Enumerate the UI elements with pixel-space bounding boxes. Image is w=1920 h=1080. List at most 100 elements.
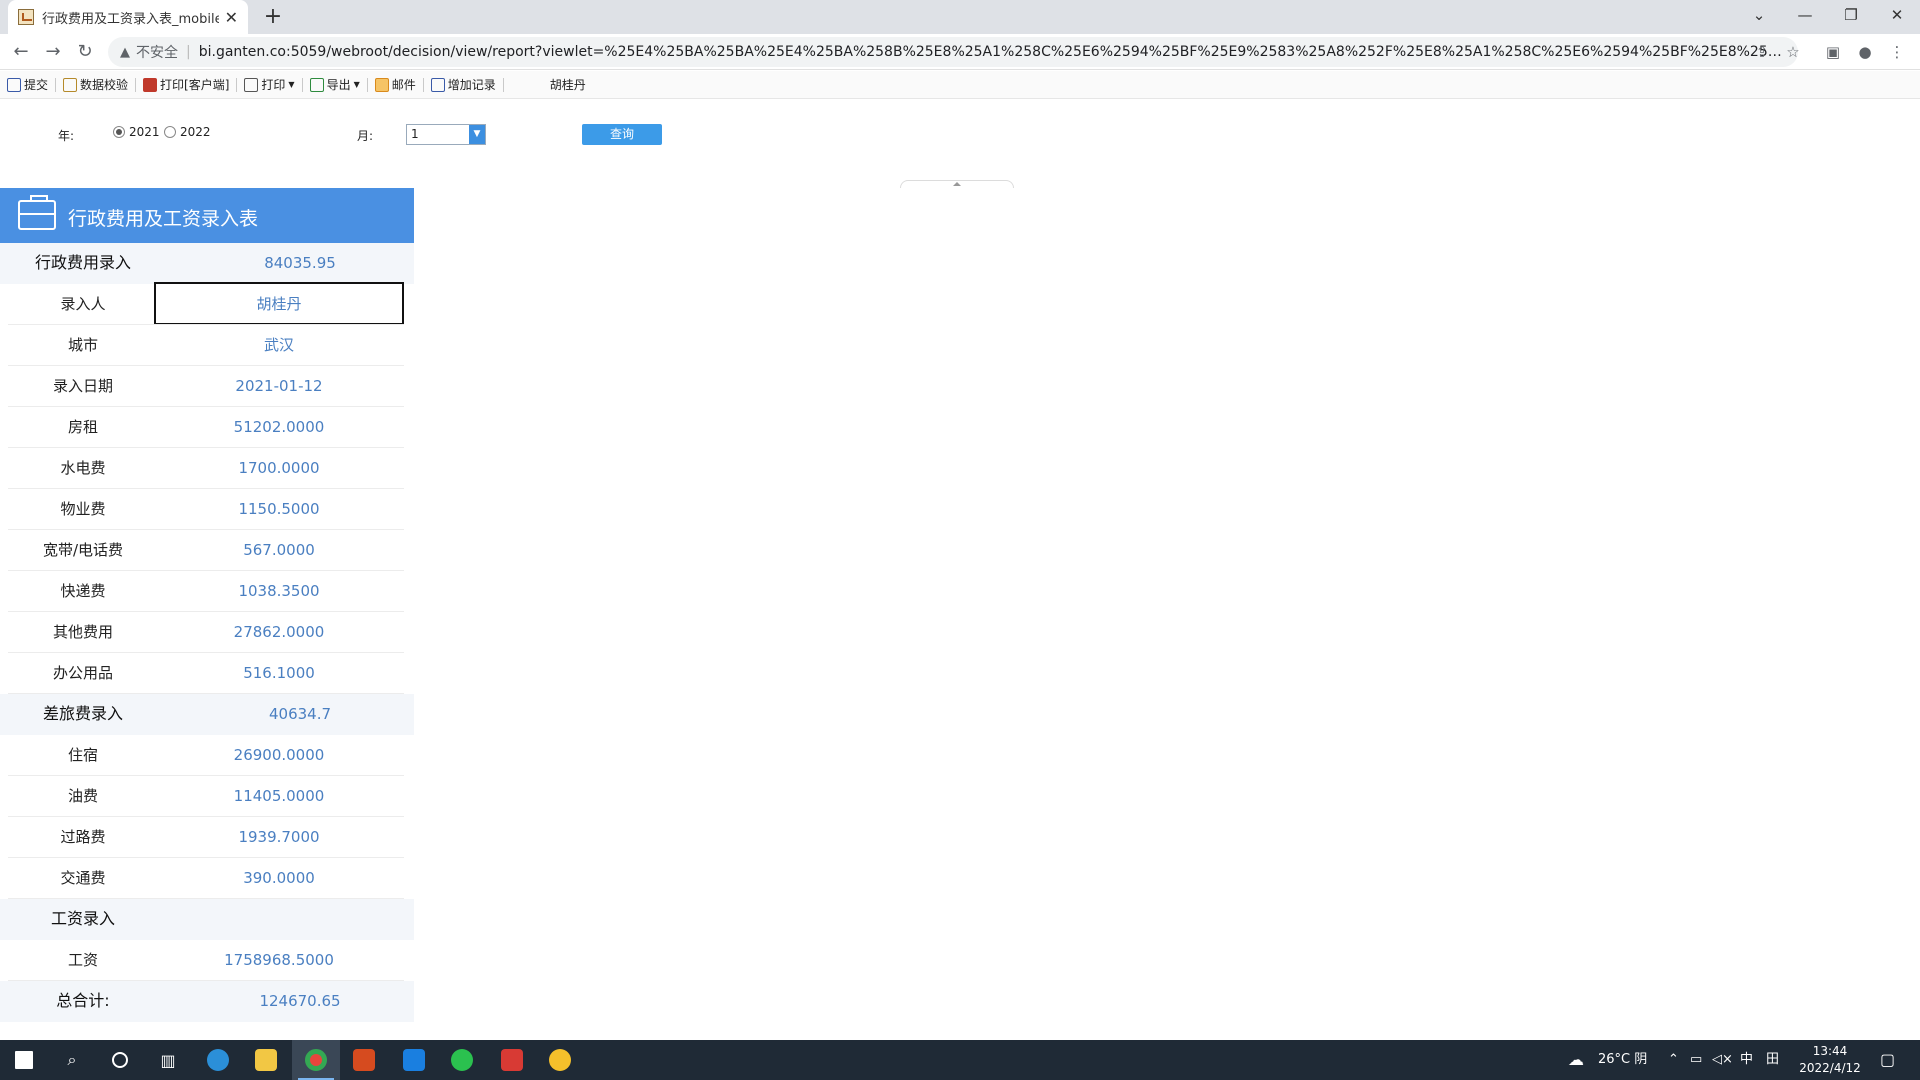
table-row: 房租 51202.0000 bbox=[0, 407, 414, 448]
table-row: 油费 11405.0000 bbox=[0, 776, 414, 817]
office-icon[interactable] bbox=[340, 1040, 388, 1080]
field-value-cell[interactable]: 51202.0000 bbox=[154, 407, 404, 447]
save-icon bbox=[7, 77, 21, 92]
field-label: 录入日期 bbox=[52, 377, 113, 395]
submit-button[interactable]: 提交 bbox=[4, 74, 51, 96]
table-row: 物业费 1150.5000 bbox=[0, 489, 414, 530]
table-row: 工资 1758968.5000 bbox=[0, 940, 414, 981]
export-icon bbox=[309, 77, 324, 92]
mail-button[interactable]: 邮件 bbox=[372, 74, 419, 96]
field-label: 水电费 bbox=[60, 459, 106, 477]
field-value-cell[interactable]: 1150.5000 bbox=[154, 489, 404, 529]
taskbar: ⌕ ▥ ☁ 26°C 阴 ⌃ ▭ ◁× 中 田 13:44 2022/4/12 … bbox=[0, 1040, 1920, 1080]
grand-total-value: 124670.65 bbox=[259, 992, 341, 1010]
clock-date: 2022/4/12 bbox=[1799, 1061, 1861, 1075]
ime-indicator[interactable]: 中 bbox=[1740, 1040, 1753, 1080]
submit-label: 提交 bbox=[24, 78, 49, 92]
export-label: 导出 bbox=[326, 78, 351, 92]
field-value-cell[interactable]: 1038.3500 bbox=[154, 571, 404, 611]
search-icon[interactable]: ⌕ bbox=[48, 1040, 96, 1080]
section-label: 差旅费录入 bbox=[42, 704, 123, 723]
weather-text[interactable]: 26°C 阴 bbox=[1598, 1040, 1647, 1080]
wechat-icon[interactable] bbox=[438, 1040, 486, 1080]
total-label: 总合计: bbox=[56, 991, 110, 1010]
warning-icon: ▲ bbox=[120, 44, 130, 60]
query-button[interactable]: 查询 bbox=[582, 124, 662, 145]
field-label: 城市 bbox=[67, 336, 98, 354]
toolbar-divider bbox=[366, 77, 368, 92]
print-button[interactable]: 打印 ▼ bbox=[241, 74, 297, 96]
tab-close-icon[interactable]: ✕ bbox=[225, 8, 238, 27]
forward-arrow-icon[interactable]: → bbox=[38, 37, 68, 67]
field-value-cell[interactable]: 390.0000 bbox=[154, 858, 404, 898]
bookmark-star-icon[interactable]: ☆ bbox=[1778, 37, 1808, 67]
field-value-cell[interactable]: 26900.0000 bbox=[154, 735, 404, 775]
add-record-button[interactable]: 增加记录 bbox=[428, 74, 499, 96]
field-value-cell[interactable]: 1700.0000 bbox=[154, 448, 404, 488]
table-row: 住宿 26900.0000 bbox=[0, 735, 414, 776]
notification-icon[interactable]: ▢ bbox=[1880, 1040, 1895, 1080]
back-arrow-icon[interactable]: ← bbox=[6, 37, 36, 67]
field-value-cell[interactable]: 2021-01-12 bbox=[154, 366, 404, 406]
table-row: 其他费用 27862.0000 bbox=[0, 612, 414, 653]
field-value-cell[interactable]: 1939.7000 bbox=[154, 817, 404, 857]
collapse-panel-handle[interactable] bbox=[900, 180, 1014, 188]
start-windows-icon[interactable] bbox=[0, 1040, 48, 1080]
profile-avatar-icon[interactable]: ● bbox=[1850, 37, 1880, 67]
field-value-cell[interactable]: 27862.0000 bbox=[154, 612, 404, 652]
system-clock[interactable]: 13:44 2022/4/12 bbox=[1790, 1043, 1870, 1077]
task-view-icon[interactable]: ▥ bbox=[144, 1040, 192, 1080]
chrome-browser-icon[interactable] bbox=[292, 1040, 340, 1080]
tray-app-icon[interactable] bbox=[536, 1040, 584, 1080]
section-total: 84035.95 bbox=[264, 254, 336, 272]
ime-mode-icon[interactable]: 田 bbox=[1766, 1040, 1779, 1080]
edge-browser-icon[interactable] bbox=[194, 1040, 242, 1080]
minimize-button[interactable]: — bbox=[1782, 0, 1828, 30]
reload-icon[interactable]: ↻ bbox=[70, 37, 100, 67]
new-tab-button[interactable]: + bbox=[258, 2, 288, 32]
network-icon[interactable]: ▭ bbox=[1690, 1040, 1702, 1080]
table-row: 城市 武汉 bbox=[0, 325, 414, 366]
printer-icon bbox=[244, 77, 259, 92]
wps-icon[interactable] bbox=[488, 1040, 536, 1080]
chevron-up-icon[interactable]: ⌃ bbox=[1668, 1040, 1679, 1080]
side-panel-icon[interactable]: ▣ bbox=[1818, 37, 1848, 67]
share-icon[interactable]: ⇪ bbox=[1747, 37, 1777, 67]
export-button[interactable]: 导出 ▼ bbox=[307, 74, 363, 96]
year-radio-2021[interactable]: 2021 bbox=[113, 125, 160, 139]
table-row: 办公用品 516.1000 bbox=[0, 653, 414, 694]
print-client-label: 打印[客户端] bbox=[160, 78, 230, 92]
add-record-label: 增加记录 bbox=[447, 78, 496, 92]
year-radio-2022[interactable]: 2022 bbox=[164, 125, 211, 139]
table-row: 快递费 1038.3500 bbox=[0, 571, 414, 612]
url-field[interactable]: ▲ 不安全 | bi.ganten.co:5059/webroot/decisi… bbox=[108, 37, 1798, 67]
file-explorer-icon[interactable] bbox=[242, 1040, 290, 1080]
report-title: 行政费用及工资录入表 bbox=[68, 208, 259, 230]
restore-button[interactable]: ❐ bbox=[1828, 0, 1874, 30]
field-label: 住宿 bbox=[67, 746, 98, 764]
section-total bbox=[175, 899, 425, 939]
chevron-down-icon: ▼ bbox=[288, 80, 295, 89]
field-value-cell[interactable]: 1758968.5000 bbox=[154, 940, 404, 980]
cortana-icon[interactable] bbox=[96, 1040, 144, 1080]
volume-muted-icon[interactable]: ◁× bbox=[1712, 1040, 1733, 1080]
field-value-cell[interactable]: 516.1000 bbox=[154, 653, 404, 693]
print-client-button[interactable]: 打印[客户端] bbox=[140, 74, 232, 96]
radio-unselected-icon bbox=[164, 126, 176, 138]
toolbar-divider bbox=[422, 77, 424, 92]
month-label: 月: bbox=[357, 129, 374, 143]
tab-search-icon[interactable]: ⌄ bbox=[1736, 0, 1782, 30]
month-select[interactable]: 1 ▼ bbox=[406, 124, 486, 145]
field-value-cell[interactable]: 11405.0000 bbox=[154, 776, 404, 816]
browser-tab[interactable]: 行政费用及工资录入表_mobile ✕ bbox=[8, 0, 248, 34]
field-value-cell[interactable]: 武汉 bbox=[154, 325, 404, 365]
field-value-cell[interactable]: 567.0000 bbox=[154, 530, 404, 570]
window-close-button[interactable]: ✕ bbox=[1874, 0, 1920, 30]
grand-total-row: 总合计: 124670.65 bbox=[0, 981, 414, 1022]
validate-button[interactable]: 数据校验 bbox=[60, 74, 131, 96]
more-menu-icon[interactable]: ⋮ bbox=[1882, 37, 1912, 67]
chevron-down-icon[interactable]: ▼ bbox=[469, 125, 485, 144]
entered-by-cell[interactable]: 胡桂丹 bbox=[154, 282, 404, 325]
print-label: 打印 bbox=[261, 78, 286, 92]
feishu-icon[interactable] bbox=[390, 1040, 438, 1080]
